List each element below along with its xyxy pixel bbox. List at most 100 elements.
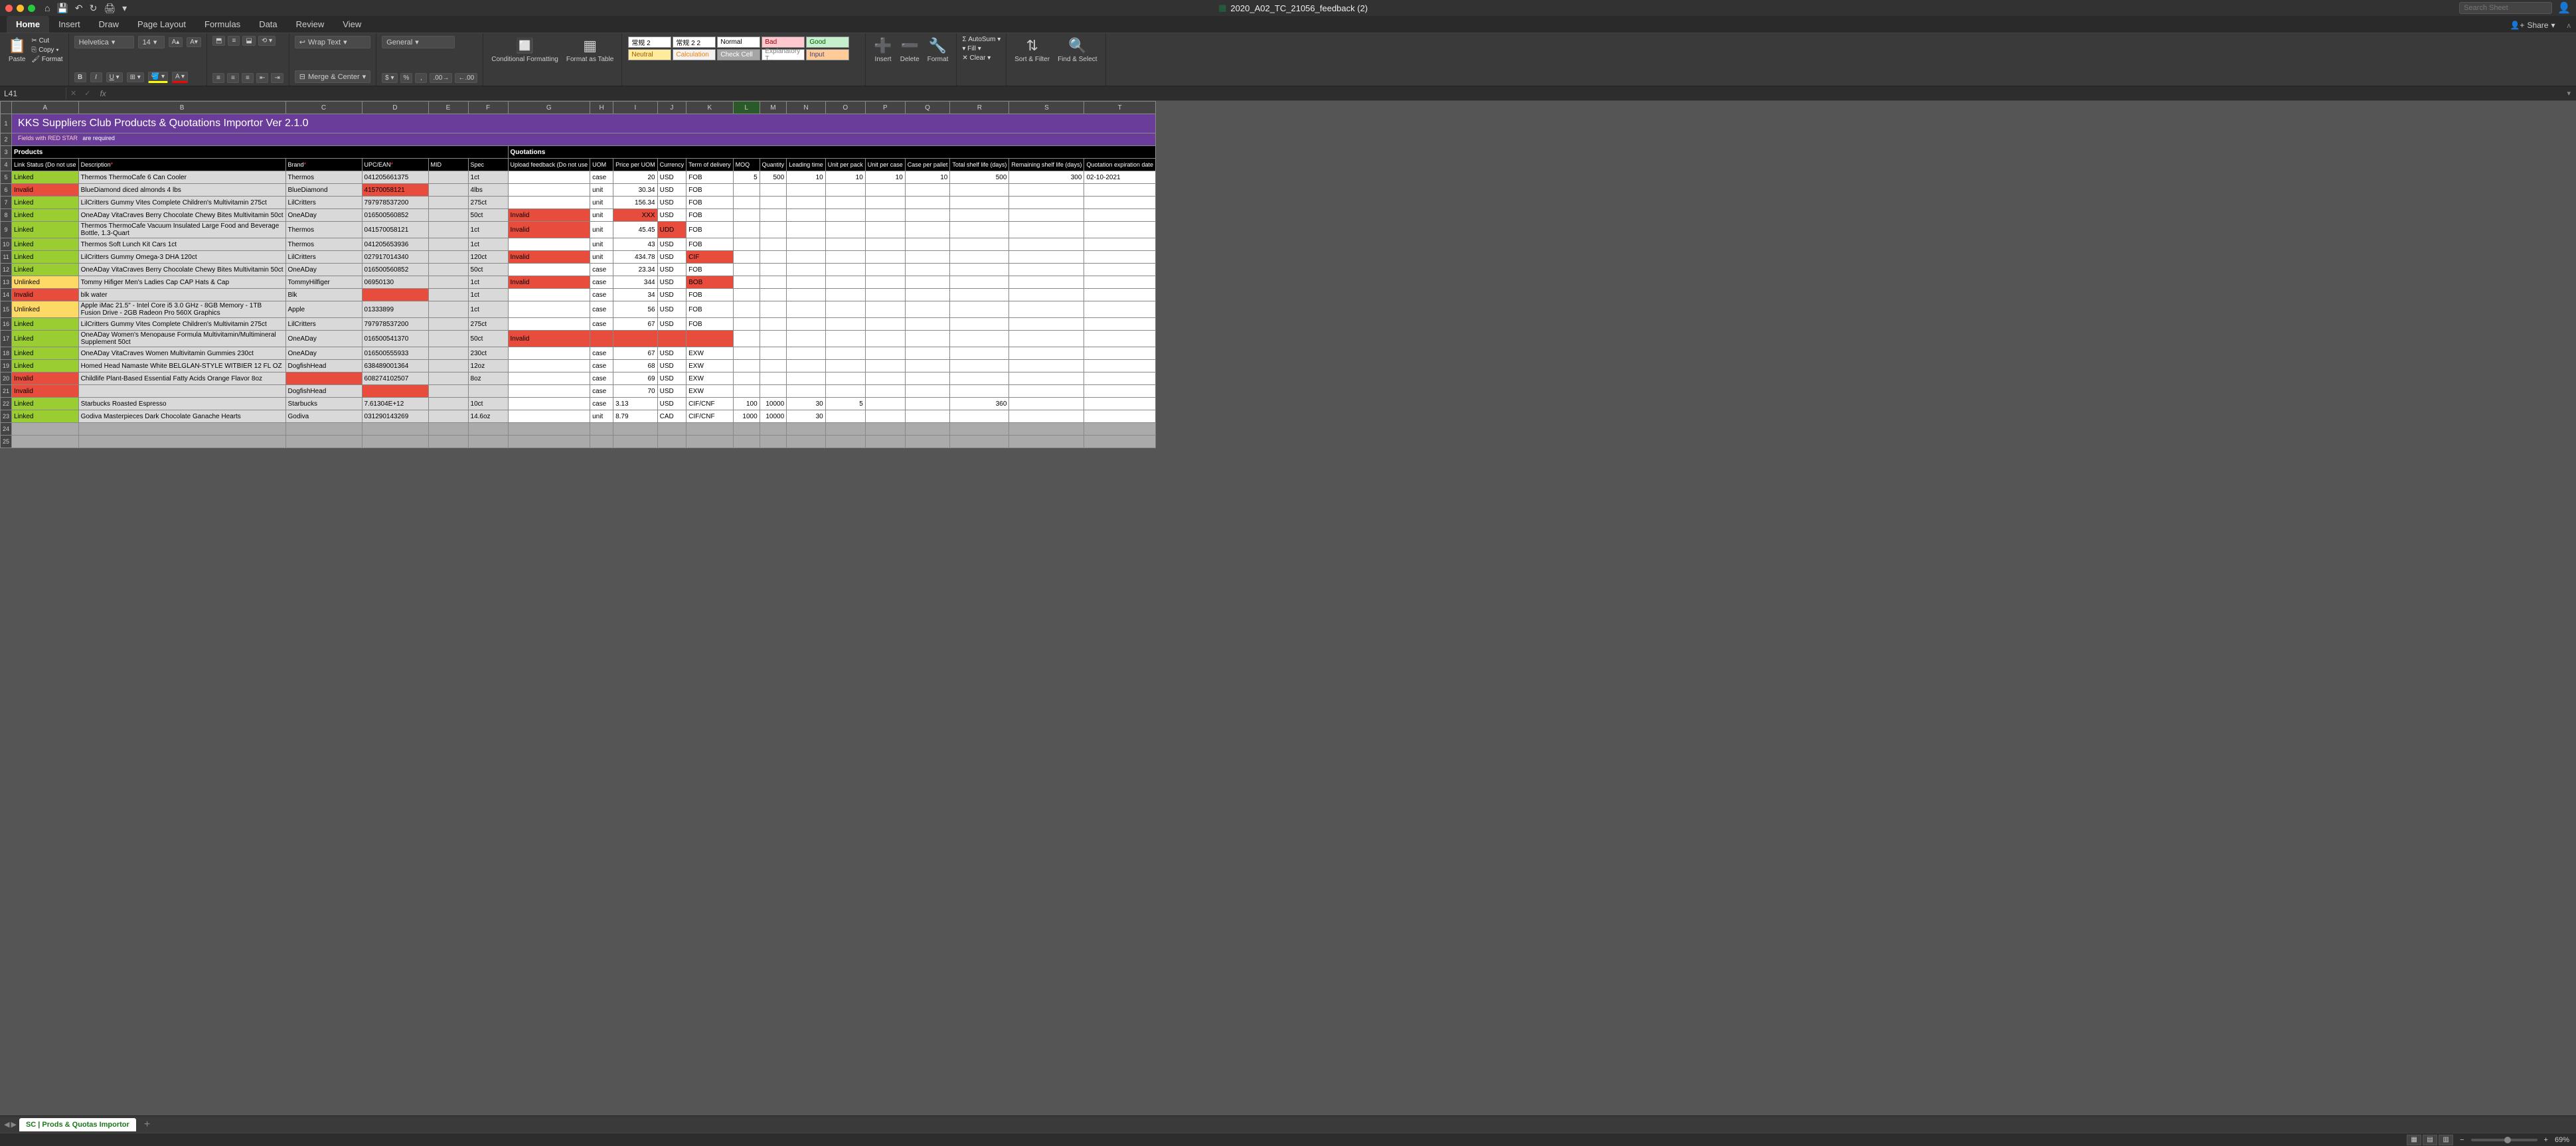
column-header-18[interactable]: Remaining shelf life (days) — [1009, 159, 1084, 171]
merge-center-button[interactable]: ⊟ Merge & Center ▾ — [295, 70, 370, 83]
cell[interactable] — [733, 423, 760, 436]
maximize-window[interactable] — [28, 5, 35, 12]
cell[interactable] — [733, 301, 760, 318]
cell[interactable] — [733, 385, 760, 398]
cell[interactable]: Unlinked — [12, 276, 79, 289]
cell[interactable]: 56 — [613, 301, 658, 318]
cell[interactable] — [468, 385, 508, 398]
cell[interactable]: case — [590, 347, 613, 360]
cell[interactable]: Godiva — [285, 410, 362, 423]
cell[interactable]: Linked — [12, 410, 79, 423]
cell[interactable] — [1084, 184, 1156, 197]
fill-color-button[interactable]: 🪣 ▾ — [148, 72, 168, 83]
column-header-7[interactable]: UOM — [590, 159, 613, 171]
cell[interactable]: 016500560852 — [362, 264, 428, 276]
cell[interactable] — [825, 264, 865, 276]
cell[interactable]: case — [590, 301, 613, 318]
fill-button[interactable]: ▾ Fill ▾ — [962, 45, 1001, 52]
cell[interactable] — [428, 289, 468, 301]
cell[interactable]: unit — [590, 209, 613, 222]
cell[interactable]: FOB — [686, 171, 734, 184]
cell[interactable]: 20 — [613, 171, 658, 184]
cell[interactable]: USD — [657, 347, 686, 360]
cell[interactable] — [865, 372, 905, 385]
chevron-down-icon[interactable]: ▾ — [122, 3, 127, 14]
cell[interactable]: 1000 — [733, 410, 760, 423]
cell[interactable] — [590, 331, 613, 347]
cell[interactable] — [1084, 410, 1156, 423]
cell[interactable] — [950, 372, 1009, 385]
cell[interactable] — [733, 197, 760, 209]
cell[interactable] — [825, 331, 865, 347]
cell[interactable]: BlueDiamond — [285, 184, 362, 197]
cell[interactable] — [508, 289, 590, 301]
cell[interactable] — [1084, 197, 1156, 209]
cell[interactable] — [508, 398, 590, 410]
cell[interactable] — [905, 197, 950, 209]
cell[interactable] — [787, 264, 826, 276]
column-header-19[interactable]: Quotation expiration date — [1084, 159, 1156, 171]
cell[interactable]: blk water — [78, 289, 285, 301]
cell[interactable]: FOB — [686, 209, 734, 222]
cell[interactable] — [428, 301, 468, 318]
cell[interactable] — [12, 436, 79, 448]
cell[interactable] — [613, 331, 658, 347]
row-header[interactable]: 8 — [1, 209, 12, 222]
orientation-button[interactable]: ⟲ ▾ — [258, 36, 276, 46]
column-header-0[interactable]: Link Status (Do not use — [12, 159, 79, 171]
cell[interactable]: BOB — [686, 276, 734, 289]
cell[interactable] — [1084, 331, 1156, 347]
row-header[interactable]: 9 — [1, 222, 12, 238]
col-header-B[interactable]: B — [78, 102, 285, 114]
cell[interactable]: OneADay VitaCraves Berry Chocolate Chewy… — [78, 209, 285, 222]
col-header-H[interactable]: H — [590, 102, 613, 114]
cell[interactable] — [760, 251, 787, 264]
cell[interactable] — [760, 209, 787, 222]
col-header-G[interactable]: G — [508, 102, 590, 114]
cell[interactable] — [285, 423, 362, 436]
cell-style-neutral[interactable]: Neutral — [628, 49, 671, 60]
find-select-button[interactable]: 🔍Find & Select — [1055, 36, 1099, 64]
row-header[interactable]: 10 — [1, 238, 12, 251]
cell[interactable]: USD — [657, 197, 686, 209]
cell[interactable] — [905, 410, 950, 423]
cell[interactable] — [865, 410, 905, 423]
cell[interactable] — [865, 276, 905, 289]
cell[interactable]: FOB — [686, 289, 734, 301]
column-header-8[interactable]: Price per UOM — [613, 159, 658, 171]
cell[interactable]: Thermos — [285, 171, 362, 184]
cell[interactable] — [760, 347, 787, 360]
cell-style-normal[interactable]: Normal — [717, 37, 760, 48]
cell[interactable]: LilCritters — [285, 318, 362, 331]
cell[interactable]: 67 — [613, 318, 658, 331]
cell[interactable] — [1009, 331, 1084, 347]
cell-style----2[interactable]: 常规 2 — [628, 37, 671, 48]
cell[interactable] — [1084, 276, 1156, 289]
share-button[interactable]: 👤+ Share ▾ — [2510, 21, 2555, 33]
cell[interactable] — [760, 423, 787, 436]
name-box[interactable]: L41 — [0, 88, 66, 100]
cell[interactable] — [508, 360, 590, 372]
tab-home[interactable]: Home — [7, 16, 49, 33]
cell-style-bad[interactable]: Bad — [762, 37, 805, 48]
row-header[interactable]: 19 — [1, 360, 12, 372]
col-header-J[interactable]: J — [657, 102, 686, 114]
cell[interactable] — [733, 184, 760, 197]
cell[interactable] — [905, 436, 950, 448]
cell[interactable]: Linked — [12, 222, 79, 238]
cell[interactable] — [1009, 372, 1084, 385]
cell[interactable] — [508, 184, 590, 197]
cell[interactable]: OneADay — [285, 347, 362, 360]
zoom-out-button[interactable]: − — [2460, 1136, 2464, 1144]
bold-button[interactable]: B — [74, 72, 86, 82]
cell[interactable]: OneADay — [285, 264, 362, 276]
cell[interactable]: unit — [590, 197, 613, 209]
cell[interactable]: Blk — [285, 289, 362, 301]
cell[interactable] — [905, 289, 950, 301]
insert-cells-button[interactable]: ➕Insert — [871, 36, 894, 64]
cell[interactable] — [865, 423, 905, 436]
cell[interactable] — [950, 318, 1009, 331]
cell[interactable]: case — [590, 318, 613, 331]
row-header[interactable]: 6 — [1, 184, 12, 197]
cell[interactable]: FOB — [686, 197, 734, 209]
